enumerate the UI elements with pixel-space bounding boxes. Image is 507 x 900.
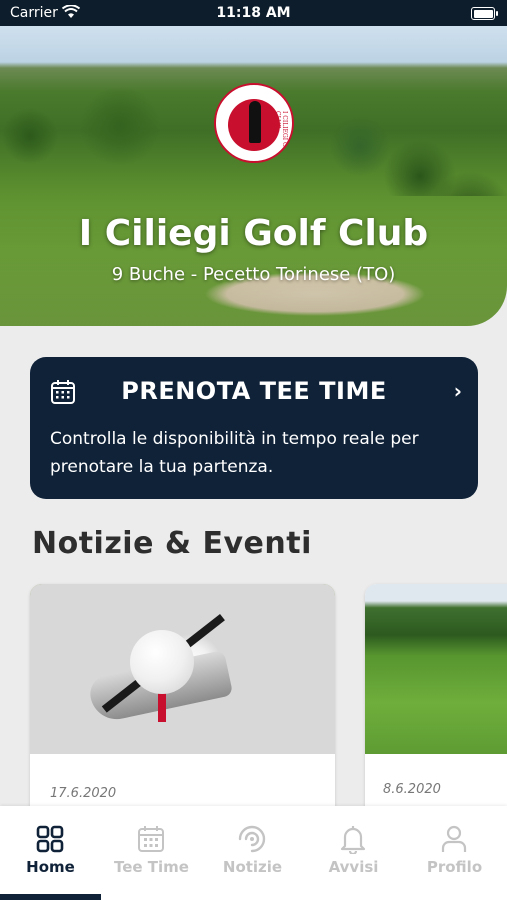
golfer-silhouette [249, 101, 261, 143]
news-date: 17.6.2020 [50, 786, 117, 801]
tab-notizie[interactable]: Notizie [202, 806, 303, 900]
golf-tee [158, 692, 166, 722]
tab-profilo[interactable]: Profilo [404, 806, 505, 900]
tab-avvisi[interactable]: Avvisi [303, 806, 404, 900]
news-card[interactable]: 17.6.2020 [30, 584, 335, 824]
tee-time-description: Controlla le disponibilità in tempo real… [50, 429, 419, 477]
news-date: 8.6.2020 [383, 782, 441, 797]
news-card[interactable]: 8.6.2020 [365, 584, 507, 824]
chevron-right-icon: › [453, 379, 462, 403]
golf-ball [130, 630, 194, 694]
grid-icon [36, 825, 64, 853]
battery-icon [471, 7, 498, 20]
tab-label: Tee Time [114, 858, 189, 876]
active-tab-indicator [0, 894, 101, 900]
tab-bar: Home Tee Time Notizie Avvisi Profilo [0, 806, 507, 900]
club-location: 9 Buche - Pecetto Torinese (TO) [111, 264, 396, 285]
tab-label: Notizie [222, 858, 283, 876]
tab-label: Profilo [426, 858, 483, 876]
status-bar: Carrier 11:18 AM [0, 0, 507, 26]
news-section-title: Notizie & Eventi [32, 526, 312, 561]
tab-tee-time[interactable]: Tee Time [101, 806, 202, 900]
signal-icon [238, 825, 266, 853]
calendar-icon [138, 826, 164, 852]
news-image [365, 584, 507, 754]
logo-text: I CILIEGI GOLF CLUB [274, 111, 288, 160]
user-icon [441, 825, 467, 852]
tee-time-title: PRENOTA TEE TIME [121, 377, 387, 405]
tab-label: Home [26, 858, 75, 876]
clock: 11:18 AM [216, 5, 291, 21]
tab-home[interactable]: Home [0, 806, 101, 900]
club-logo: I CILIEGI GOLF CLUB [214, 83, 294, 163]
tab-label: Avvisi [328, 858, 379, 876]
hero-banner: I CILIEGI GOLF CLUB I Ciliegi Golf Club … [0, 26, 507, 326]
book-tee-time-card[interactable]: PRENOTA TEE TIME › Controlla le disponib… [30, 357, 478, 499]
news-image [30, 584, 335, 754]
bell-icon [340, 826, 366, 854]
club-name: I Ciliegi Golf Club [78, 213, 429, 254]
